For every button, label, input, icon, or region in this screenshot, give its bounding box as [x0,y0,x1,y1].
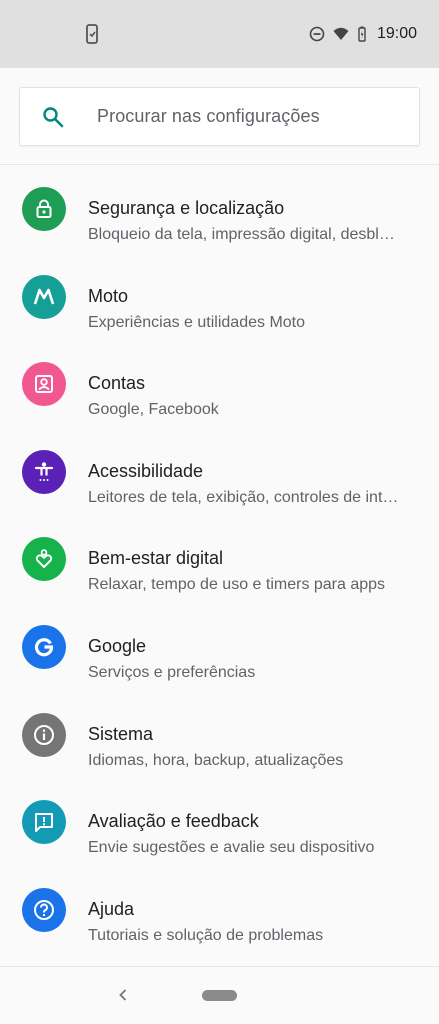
setting-subtitle: Google, Facebook [88,401,219,419]
phone-notification-icon [86,24,98,44]
help-icon [22,887,66,932]
setting-security[interactable]: Segurança e localização Bloqueio da tela… [0,166,439,254]
status-bar: 19:00 [0,0,439,68]
setting-feedback[interactable]: Avaliação e feedback Envie sugestões e a… [0,779,439,867]
setting-help[interactable]: Ajuda Tutoriais e solução de problemas [0,867,439,955]
setting-accessibility[interactable]: Acessibilidade Leitores de tela, exibiçã… [0,429,439,517]
status-icons: 19:00 [309,24,417,44]
feedback-icon [22,800,66,845]
account-box-icon [22,362,66,407]
setting-subtitle: Experiências e utilidades Moto [88,313,306,331]
setting-subtitle: Idiomas, hora, backup, atualizações [88,751,344,769]
search-icon [43,107,64,128]
moto-icon [22,274,66,319]
back-chevron-icon[interactable] [115,986,131,1004]
info-icon [22,712,66,757]
setting-title: Avaliação e feedback [88,811,259,832]
setting-title: Acessibilidade [88,460,204,481]
setting-subtitle: Serviços e preferências [88,663,256,681]
lock-icon [22,187,66,231]
setting-title: Contas [88,373,146,394]
setting-subtitle: Relaxar, tempo de uso e timers para apps [88,576,386,594]
setting-accounts[interactable]: Contas Google, Facebook [0,341,439,429]
search-bar[interactable]: Procurar nas configurações [19,87,420,146]
accessibility-icon [22,449,66,494]
setting-wellbeing[interactable]: Bem-estar digital Relaxar, tempo de uso … [0,516,439,604]
home-pill-icon[interactable] [202,990,237,1001]
wifi-icon [333,27,349,40]
setting-title: Sistema [88,723,154,744]
battery-icon [358,26,366,42]
setting-system[interactable]: Sistema Idiomas, hora, backup, atualizaç… [0,692,439,780]
search-placeholder[interactable]: Procurar nas configurações [97,106,320,127]
status-time: 19:00 [376,25,417,42]
setting-subtitle: Leitores de tela, exibição, controles de… [88,488,399,506]
navigation-bar [0,966,439,1024]
wellbeing-heart-icon [22,537,66,582]
setting-subtitle: Tutoriais e solução de problemas [88,926,324,944]
setting-subtitle: Envie sugestões e avalie seu dispositivo [88,839,375,857]
do-not-disturb-icon [309,26,325,42]
setting-subtitle: Bloqueio da tela, impressão digital, des… [88,226,395,243]
search-area: Procurar nas configurações [0,68,439,165]
setting-moto[interactable]: Moto Experiências e utilidades Moto [0,254,439,342]
setting-title: Moto [88,285,129,306]
google-g-icon [22,624,66,669]
setting-title: Bem-estar digital [88,548,224,569]
settings-list: Segurança e localização Bloqueio da tela… [0,166,439,954]
setting-google[interactable]: Google Serviços e preferências [0,604,439,692]
setting-title: Ajuda [88,898,135,919]
setting-title: Segurança e localização [88,198,285,218]
setting-title: Google [88,635,147,656]
